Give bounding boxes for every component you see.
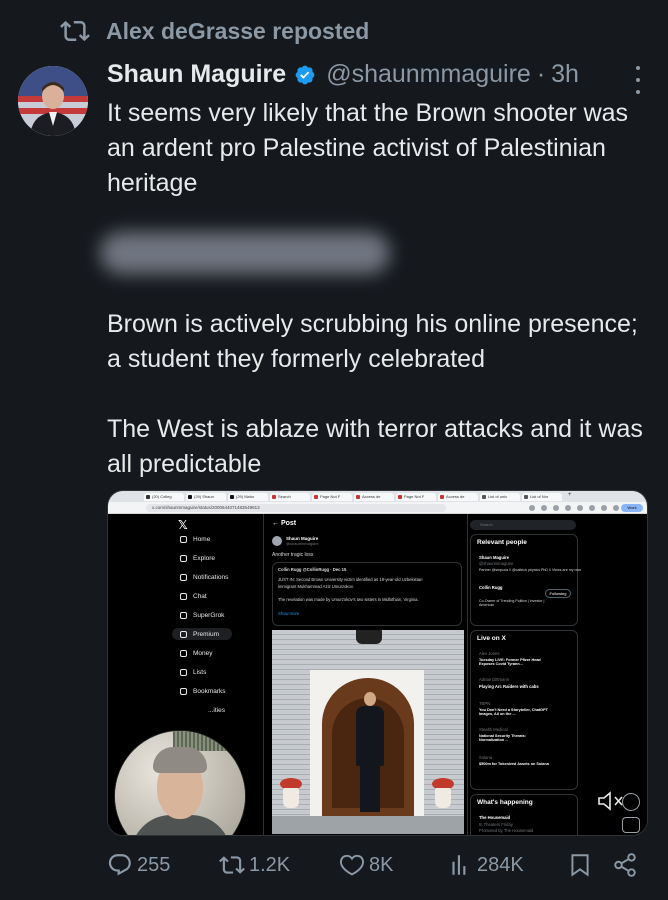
grok-icon[interactable]	[622, 793, 640, 811]
nav-chat: Chat	[180, 593, 207, 600]
embedded-search: Search	[470, 520, 576, 530]
heart-icon	[339, 854, 365, 876]
tweet-media-video[interactable]: (20) Colleg (29) Shaun (29) Maho Search …	[107, 490, 648, 836]
browser-tab: (20) Colleg	[144, 493, 184, 501]
browser-tab: Search	[270, 493, 310, 501]
nav-notifications: Notifications	[180, 574, 228, 581]
x-logo-icon: 𝕏	[178, 518, 188, 532]
nav-communities: ...ities	[208, 707, 225, 714]
message-icon[interactable]	[622, 817, 640, 833]
nav-bookmarks: Bookmarks	[180, 688, 226, 695]
separator-dot: ·	[536, 60, 546, 88]
embedded-avatar	[272, 536, 282, 546]
repost-count: 1.2K	[249, 853, 291, 876]
view-count: 284K	[477, 853, 524, 876]
browser-tab: List of univ	[480, 493, 520, 501]
browser-tab-strip: (20) Colleg (29) Shaun (29) Maho Search …	[108, 491, 647, 502]
nav-explore: Explore	[180, 555, 215, 562]
browser-extension-icons	[529, 505, 619, 511]
tweet-text-paragraph-3: The West is ablaze with terror attacks a…	[107, 415, 643, 478]
tweet-timestamp[interactable]: 3h	[551, 60, 579, 89]
live-on-x-panel: Live on X Alex Jones Tuesday LIVE: Forme…	[470, 630, 578, 790]
reply-icon	[108, 854, 131, 876]
nav-supergrok: SuperGrok	[180, 612, 224, 619]
nav-lists: Lists	[180, 669, 206, 676]
repost-button[interactable]: 1.2K	[219, 852, 290, 878]
show-more-link: Show more	[278, 611, 300, 616]
embedded-post-title: ← Post	[272, 520, 297, 527]
redacted-text-blur	[100, 232, 390, 274]
browser-profile-badge: Work	[621, 504, 643, 512]
webcam-overlay	[114, 730, 246, 835]
tweet-text-paragraph-2: Brown is actively scrubbing his online p…	[107, 310, 638, 373]
browser-tab: (29) Shaun	[186, 493, 226, 501]
flower-pot	[280, 778, 302, 808]
nav-premium: Premium	[180, 631, 219, 638]
embedded-post-author: Shaun Maguire @shaunmmaguire	[272, 536, 319, 546]
embedded-post-text: Another tragic loss	[272, 552, 314, 558]
relevant-people-panel: Relevant people Shaun Maguire @shaunmmag…	[470, 534, 581, 626]
repost-header[interactable]: Alex deGrasse reposted	[60, 16, 369, 46]
new-tab-icon: +	[568, 492, 572, 498]
browser-tab: Access de	[354, 493, 394, 501]
person-in-suit	[356, 692, 384, 812]
views-button[interactable]: 284K	[447, 852, 524, 878]
like-button[interactable]: 8K	[339, 852, 393, 878]
embedded-photo	[272, 630, 464, 834]
nav-home: Home	[180, 536, 210, 543]
author-avatar[interactable]	[18, 66, 88, 136]
bookmark-button[interactable]	[567, 852, 593, 878]
porch-lamp	[356, 630, 382, 644]
quote-line: JUST IN: Second Brown University victim …	[278, 577, 423, 582]
whats-happening-panel: What's happening The Housemaid In Theate…	[470, 794, 578, 835]
embedded-quote: Collin Rugg @CollinRugg · Dec 15 JUST IN…	[272, 562, 462, 626]
nav-money: Money	[180, 650, 213, 657]
quote-author: Collin Rugg @CollinRugg · Dec 15	[278, 567, 347, 572]
browser-tab: (29) Maho	[228, 493, 268, 501]
views-chart-icon	[452, 855, 466, 875]
quote-line: immigrant Mukhammad Aziz Umurzokov.	[278, 584, 354, 589]
embedded-author-handle: @shaunmmaguire	[286, 541, 319, 546]
browser-tab: Page Not F	[312, 493, 352, 501]
repost-label: Alex deGrasse reposted	[106, 17, 370, 44]
browser-tab: Access de	[438, 493, 478, 501]
avatar-image	[18, 66, 88, 136]
bookmark-icon	[571, 854, 589, 877]
like-count: 8K	[369, 853, 394, 876]
verified-badge-icon	[295, 65, 315, 84]
tweet-header: Shaun Maguire @shaunmmaguire · 3h	[107, 60, 648, 89]
browser-address-bar: x.com/shaunmmaguire/status/2000644071483…	[108, 502, 647, 514]
embedded-feed: ← Post Shaun Maguire @shaunmmaguire Anot…	[263, 514, 468, 835]
repost-icon	[219, 856, 245, 874]
embedded-x-page: 𝕏 Home Explore Notifications Chat SuperG…	[108, 514, 647, 835]
repost-icon	[60, 20, 90, 42]
browser-url: x.com/shaunmmaguire/status/2000644071483…	[146, 504, 446, 512]
browser-tab: List of Nor	[522, 493, 562, 501]
embedded-sidebar: Search Relevant people Shaun Maguire @sh…	[468, 514, 647, 835]
tweet-actions: 255 1.2K 8K 284K	[107, 852, 652, 892]
reply-count: 255	[137, 853, 171, 876]
flower-pot	[432, 778, 454, 808]
quote-line: The revelation was made by Umurzokov's t…	[278, 597, 419, 602]
share-icon	[614, 853, 636, 877]
reply-button[interactable]: 255	[107, 852, 170, 878]
author-handle[interactable]: @shaunmmaguire	[326, 60, 531, 89]
more-options-icon[interactable]	[632, 66, 644, 94]
tweet-text-paragraph-1: It seems very likely that the Brown shoo…	[107, 99, 629, 197]
browser-tab: Page Not F	[396, 493, 436, 501]
author-name[interactable]: Shaun Maguire	[107, 60, 286, 89]
mute-icon[interactable]	[597, 791, 625, 811]
share-button[interactable]	[612, 852, 638, 878]
